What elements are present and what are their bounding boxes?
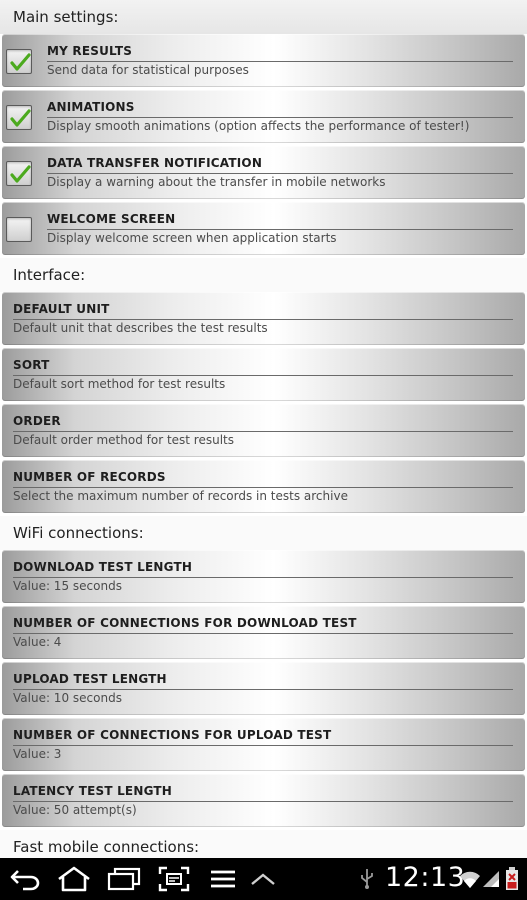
- setting-summary: Value: 50 attempt(s): [13, 803, 137, 817]
- welcome-screen-checkbox[interactable]: [6, 217, 32, 242]
- back-button[interactable]: [8, 858, 42, 900]
- divider: [13, 431, 513, 432]
- setting-title: DEFAULT UNIT: [13, 302, 110, 316]
- wifi-status: [458, 858, 482, 900]
- screenshot-icon: [158, 866, 190, 892]
- setting-summary: Value: 10 seconds: [13, 691, 122, 705]
- section-header-main: Main settings:: [0, 0, 527, 34]
- battery-status: [502, 858, 522, 900]
- expand-button[interactable]: [248, 858, 278, 900]
- signal-icon: [483, 871, 499, 887]
- wifi-icon: [460, 871, 480, 888]
- setting-my-results[interactable]: MY RESULTS Send data for statistical pur…: [2, 34, 525, 87]
- setting-title: MY RESULTS: [47, 44, 133, 58]
- animations-checkbox[interactable]: [6, 105, 32, 130]
- setting-title: NUMBER OF CONNECTIONS FOR DOWNLOAD TEST: [13, 616, 357, 630]
- divider: [47, 117, 513, 118]
- setting-order[interactable]: ORDER Default order method for test resu…: [2, 404, 525, 457]
- home-icon: [58, 866, 90, 892]
- setting-title: ANIMATIONS: [47, 100, 135, 114]
- divider: [13, 319, 513, 320]
- usb-status: [356, 858, 378, 900]
- setting-title: ORDER: [13, 414, 61, 428]
- setting-summary: Value: 15 seconds: [13, 579, 122, 593]
- checkmark-icon: [10, 109, 31, 127]
- setting-title: DATA TRANSFER NOTIFICATION: [47, 156, 263, 170]
- setting-summary: Default sort method for test results: [13, 377, 226, 391]
- section-title: WiFi connections:: [13, 524, 144, 542]
- setting-download-connections[interactable]: NUMBER OF CONNECTIONS FOR DOWNLOAD TEST …: [2, 606, 525, 659]
- my-results-checkbox[interactable]: [6, 49, 32, 74]
- section-title: Interface:: [13, 266, 86, 284]
- setting-data-transfer-notification[interactable]: DATA TRANSFER NOTIFICATION Display a war…: [2, 146, 525, 199]
- section-title: Fast mobile connections:: [13, 838, 200, 856]
- setting-summary: Display a warning about the transfer in …: [47, 175, 386, 189]
- section-title: Main settings:: [13, 8, 119, 26]
- setting-upload-connections[interactable]: NUMBER OF CONNECTIONS FOR UPLOAD TEST Va…: [2, 718, 525, 771]
- divider: [13, 745, 513, 746]
- setting-download-test-length[interactable]: DOWNLOAD TEST LENGTH Value: 15 seconds: [2, 550, 525, 603]
- setting-latency-test-length[interactable]: LATENCY TEST LENGTH Value: 50 attempt(s): [2, 774, 525, 827]
- divider: [13, 375, 513, 376]
- setting-summary: Display welcome screen when application …: [47, 231, 337, 245]
- setting-title: SORT: [13, 358, 50, 372]
- menu-button[interactable]: [207, 858, 239, 900]
- setting-title: NUMBER OF CONNECTIONS FOR UPLOAD TEST: [13, 728, 332, 742]
- battery-icon: [506, 867, 518, 890]
- setting-summary: Send data for statistical purposes: [47, 63, 249, 77]
- usb-icon: [361, 869, 373, 889]
- setting-title: UPLOAD TEST LENGTH: [13, 672, 167, 686]
- setting-number-of-records[interactable]: NUMBER OF RECORDS Select the maximum num…: [2, 460, 525, 513]
- setting-title: NUMBER OF RECORDS: [13, 470, 166, 484]
- checkmark-icon: [10, 53, 31, 71]
- setting-summary: Value: 3: [13, 747, 62, 761]
- setting-summary: Default unit that describes the test res…: [13, 321, 268, 335]
- recent-apps-button[interactable]: [106, 858, 142, 900]
- status-clock: 12:13: [385, 862, 466, 893]
- chevron-up-icon: [251, 873, 275, 885]
- divider: [13, 577, 513, 578]
- section-header-fast-mobile: Fast mobile connections:: [0, 830, 527, 858]
- divider: [47, 61, 513, 62]
- back-icon: [10, 870, 40, 891]
- setting-sort[interactable]: SORT Default sort method for test result…: [2, 348, 525, 401]
- divider: [13, 801, 513, 802]
- system-navigation-bar: 12:13: [0, 858, 527, 900]
- setting-default-unit[interactable]: DEFAULT UNIT Default unit that describes…: [2, 292, 525, 345]
- checkmark-icon: [10, 165, 31, 183]
- setting-summary: Value: 4: [13, 635, 62, 649]
- menu-icon: [211, 870, 235, 888]
- setting-welcome-screen[interactable]: WELCOME SCREEN Display welcome screen wh…: [2, 202, 525, 255]
- setting-title: LATENCY TEST LENGTH: [13, 784, 173, 798]
- setting-title: WELCOME SCREEN: [47, 212, 176, 226]
- setting-upload-test-length[interactable]: UPLOAD TEST LENGTH Value: 10 seconds: [2, 662, 525, 715]
- setting-animations[interactable]: ANIMATIONS Display smooth animations (op…: [2, 90, 525, 143]
- setting-title: DOWNLOAD TEST LENGTH: [13, 560, 193, 574]
- divider: [13, 633, 513, 634]
- divider: [13, 487, 513, 488]
- settings-screen[interactable]: Main settings: MY RESULTS Send data for …: [0, 0, 527, 858]
- home-button[interactable]: [55, 858, 93, 900]
- setting-summary: Select the maximum number of records in …: [13, 489, 348, 503]
- divider: [47, 173, 513, 174]
- signal-status: [481, 858, 501, 900]
- section-header-wifi: WiFi connections:: [0, 516, 527, 550]
- divider: [47, 229, 513, 230]
- setting-summary: Display smooth animations (option affect…: [47, 119, 470, 133]
- data-transfer-notification-checkbox[interactable]: [6, 161, 32, 186]
- divider: [13, 689, 513, 690]
- screenshot-button[interactable]: [157, 858, 191, 900]
- section-header-interface: Interface:: [0, 258, 527, 292]
- recent-apps-icon: [107, 867, 141, 891]
- setting-summary: Default order method for test results: [13, 433, 235, 447]
